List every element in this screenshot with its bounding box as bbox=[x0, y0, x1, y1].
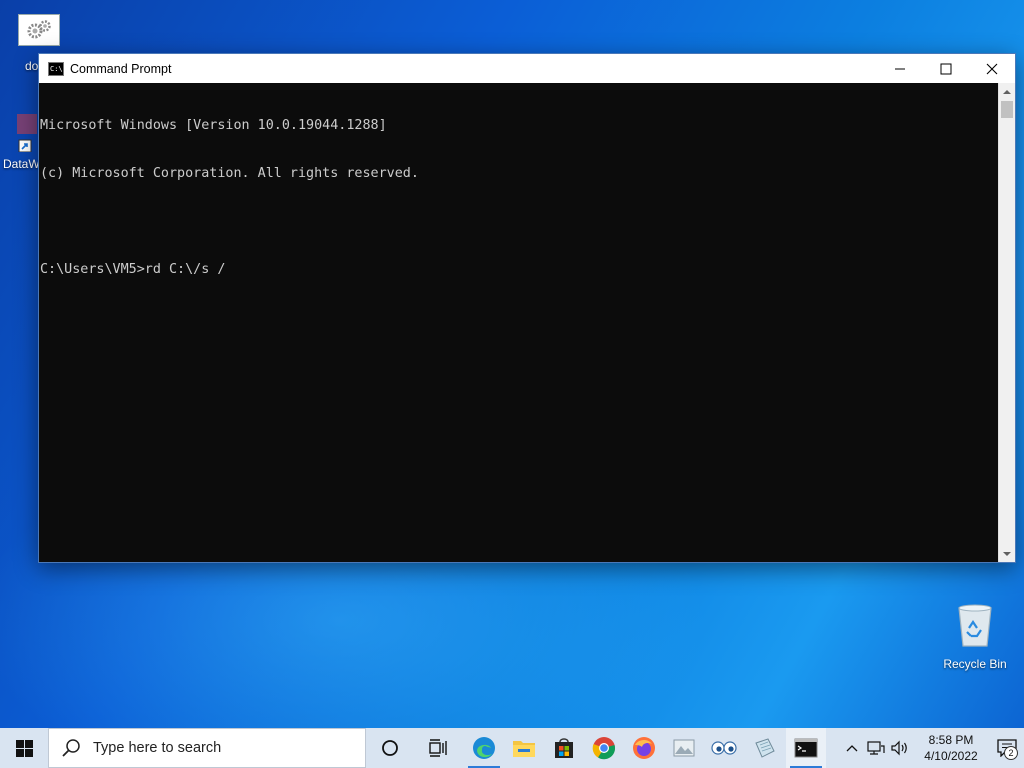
maximize-icon bbox=[940, 63, 952, 74]
file-explorer-icon bbox=[513, 741, 535, 757]
firefox-icon bbox=[633, 737, 655, 759]
taskbar-notepad[interactable] bbox=[744, 728, 784, 768]
notification-count-badge: 2 bbox=[1004, 746, 1018, 760]
taskbar-edge[interactable] bbox=[464, 728, 504, 768]
task-view-icon bbox=[429, 739, 447, 757]
scrollbar-thumb[interactable] bbox=[1001, 101, 1013, 118]
system-tray: 8:58 PM 4/10/2022 2 bbox=[840, 728, 1024, 768]
clock-time: 8:58 PM bbox=[928, 733, 974, 747]
taskbar: Type here to search 8:58 PM 4/10/2022 2 bbox=[0, 728, 1024, 768]
vertical-scrollbar[interactable] bbox=[998, 83, 1015, 562]
console-line: (c) Microsoft Corporation. All rights re… bbox=[40, 166, 419, 181]
minimize-button[interactable] bbox=[877, 54, 923, 83]
cortana-button[interactable] bbox=[370, 728, 410, 768]
edge-icon bbox=[473, 737, 495, 759]
window-title: Command Prompt bbox=[70, 61, 172, 76]
console-icon: C:\ bbox=[48, 61, 64, 76]
eyes-app-icon bbox=[711, 741, 737, 755]
clock-date: 4/10/2022 bbox=[924, 749, 978, 763]
recycle-bin[interactable]: Recycle Bin bbox=[940, 602, 1010, 671]
maximize-button[interactable] bbox=[923, 54, 969, 83]
taskbar-clock[interactable]: 8:58 PM 4/10/2022 bbox=[918, 732, 984, 764]
recycle-bin-icon bbox=[958, 604, 992, 647]
command-prompt-icon bbox=[794, 738, 818, 758]
close-button[interactable] bbox=[969, 54, 1015, 83]
volume-button[interactable] bbox=[888, 728, 912, 768]
scroll-up-arrow-icon[interactable] bbox=[999, 83, 1015, 100]
taskbar-search-box[interactable]: Type here to search bbox=[48, 728, 366, 768]
desktop-icon-label: do bbox=[25, 59, 39, 73]
taskbar-eyes-app[interactable] bbox=[704, 728, 744, 768]
taskbar-command-prompt[interactable] bbox=[786, 728, 826, 768]
action-center-button[interactable]: 2 bbox=[990, 728, 1024, 768]
chrome-icon bbox=[592, 737, 616, 760]
scroll-down-arrow-icon[interactable] bbox=[999, 545, 1015, 562]
cortana-icon bbox=[382, 740, 398, 756]
search-placeholder: Type here to search bbox=[93, 740, 222, 756]
chevron-up-icon bbox=[846, 745, 858, 752]
taskbar-chrome[interactable] bbox=[584, 728, 624, 768]
taskbar-store[interactable] bbox=[544, 728, 584, 768]
recycle-bin-label: Recycle Bin bbox=[943, 657, 1007, 671]
shortcut-icon[interactable] bbox=[14, 112, 40, 155]
network-button[interactable] bbox=[864, 728, 888, 768]
task-view-button[interactable] bbox=[418, 728, 458, 768]
console-line: Microsoft Windows [Version 10.0.19044.12… bbox=[40, 118, 387, 133]
close-icon bbox=[986, 63, 998, 74]
taskbar-image-viewer[interactable] bbox=[664, 728, 704, 768]
volume-icon bbox=[891, 740, 907, 756]
command-prompt-window[interactable]: C:\ Command Prompt Microsoft Windows [Ve… bbox=[38, 53, 1016, 563]
image-viewer-icon bbox=[673, 739, 695, 757]
notepad-icon bbox=[755, 738, 775, 758]
taskbar-file-explorer[interactable] bbox=[504, 728, 544, 768]
start-button[interactable] bbox=[0, 728, 48, 768]
windows-logo-icon bbox=[15, 739, 33, 757]
desktop-icon-label: DataW bbox=[3, 157, 40, 171]
network-icon bbox=[867, 741, 885, 755]
title-bar[interactable]: C:\ Command Prompt bbox=[39, 54, 1015, 83]
settings-gears-icon[interactable] bbox=[18, 14, 60, 46]
console-command-line[interactable]: C:\Users\VM5>rd C:\/s / bbox=[40, 262, 999, 278]
taskbar-firefox[interactable] bbox=[624, 728, 664, 768]
store-icon bbox=[555, 738, 573, 758]
show-hidden-icons-button[interactable] bbox=[840, 728, 864, 768]
console-output[interactable]: Microsoft Windows [Version 10.0.19044.12… bbox=[39, 83, 999, 562]
minimize-icon bbox=[895, 68, 905, 69]
search-icon bbox=[62, 739, 80, 757]
